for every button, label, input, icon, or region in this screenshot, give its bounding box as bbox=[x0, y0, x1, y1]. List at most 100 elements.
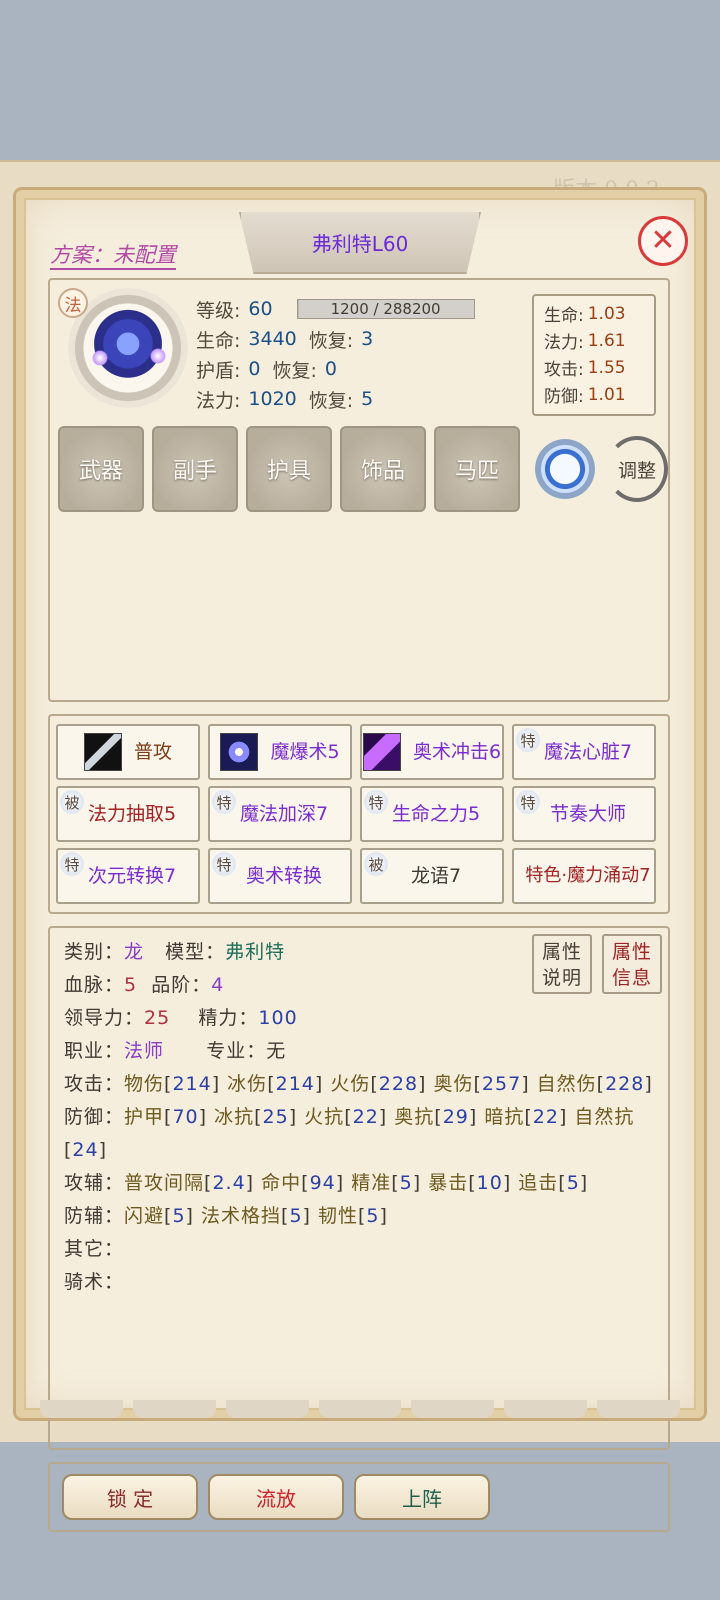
attribute-name: 奥抗 bbox=[394, 1106, 435, 1128]
skill-name: 次元转换7 bbox=[87, 865, 177, 887]
multiplier-label: 生命: bbox=[544, 306, 584, 326]
sword-skill-icon bbox=[83, 733, 122, 771]
bloodline-label: 血脉： bbox=[64, 974, 125, 996]
defense-aux-line: 防辅：闪避[5] 法术格挡[5] 韧性[5] bbox=[64, 1200, 654, 1233]
close-icon: ✕ bbox=[650, 223, 676, 258]
multiplier-label: 防御: bbox=[544, 387, 584, 407]
game-window: 版本 0.0.2 方案：未配置 弗利特L60 ✕ 法 等级: 60 bbox=[0, 160, 720, 1532]
attribute-name: 命中 bbox=[261, 1172, 302, 1194]
attribute-name: 普攻间隔 bbox=[124, 1172, 205, 1194]
attack-aux-line: 攻辅：普攻间隔[2.4] 命中[94] 精准[5] 暴击[10] 追击[5] bbox=[64, 1167, 654, 1200]
skill-card[interactable]: 特奥术转换 bbox=[208, 848, 352, 904]
plan-config-link[interactable]: 方案：未配置 bbox=[50, 242, 176, 270]
attribute-value: 214 bbox=[172, 1073, 212, 1095]
skill-type-badge: 被 bbox=[60, 790, 84, 814]
attribute-entry: 奥伤[257] bbox=[433, 1073, 537, 1095]
skill-card[interactable]: 魔爆术5 bbox=[208, 724, 352, 780]
mana-value: 1020 bbox=[248, 388, 297, 410]
leadership-line: 领导力：25 精力：100 bbox=[64, 1002, 654, 1035]
weapon-slot[interactable]: 武器 bbox=[58, 426, 144, 512]
attribute-entry: 追击[5] bbox=[518, 1172, 589, 1194]
mount-slot[interactable]: 马匹 bbox=[434, 426, 520, 512]
grade-value: 4 bbox=[211, 974, 225, 996]
hp-regen-value: 3 bbox=[361, 328, 374, 350]
hero-stats: 等级: 60 1200 / 288200 生命: 3440 恢复: 3 护盾: … bbox=[196, 294, 475, 414]
riding-line: 骑术： bbox=[64, 1266, 654, 1299]
exile-button[interactable]: 流放 bbox=[208, 1474, 344, 1520]
attribute-value: 5 bbox=[172, 1205, 186, 1227]
rune-emblem-icon[interactable] bbox=[530, 434, 600, 504]
category-label: 类别： bbox=[64, 941, 125, 963]
skill-name: 魔爆术5 bbox=[270, 741, 340, 763]
skill-card[interactable]: 特生命之力5 bbox=[360, 786, 504, 842]
skill-card[interactable]: 特魔法心脏7 bbox=[512, 724, 656, 780]
hero-avatar[interactable]: 法 bbox=[58, 288, 188, 412]
skill-name: 奥术转换 bbox=[245, 865, 322, 887]
skill-card[interactable]: 特色·魔力涌动7 bbox=[512, 848, 656, 904]
attribute-entry: 精准[5] bbox=[351, 1172, 429, 1194]
skill-card[interactable]: 奥术冲击6 bbox=[360, 724, 504, 780]
equipment-slots: 武器 副手 护具 饰品 马匹 bbox=[58, 426, 520, 512]
attribute-value: 22 bbox=[352, 1106, 379, 1128]
skill-type-badge: 特 bbox=[60, 852, 84, 876]
skills-section: 普攻 魔爆术5 奥术冲击6 特魔法心脏7 被法力抽取5 特魔法加深7 特生命之力5 特节奏大师… bbox=[48, 714, 670, 914]
skill-card[interactable]: 被龙语7 bbox=[360, 848, 504, 904]
bottom-tab-strip bbox=[40, 1400, 681, 1418]
close-button[interactable]: ✕ bbox=[638, 216, 688, 266]
skill-card[interactable]: 特魔法加深7 bbox=[208, 786, 352, 842]
attribute-entry: 闪避[5] bbox=[124, 1205, 201, 1227]
offhand-slot[interactable]: 副手 bbox=[152, 426, 238, 512]
tab-placeholder[interactable] bbox=[597, 1400, 681, 1418]
skill-card[interactable]: 特次元转换7 bbox=[56, 848, 200, 904]
attack-line: 攻击：物伤[214] 冰伤[214] 火伤[228] 奥伤[257] 自然伤[2… bbox=[64, 1068, 654, 1101]
accessory-slot[interactable]: 饰品 bbox=[340, 426, 426, 512]
tab-placeholder[interactable] bbox=[132, 1400, 216, 1418]
skill-name: 魔法心脏7 bbox=[543, 741, 633, 763]
defense-aux-values: 闪避[5] 法术格挡[5] 韧性[5] bbox=[124, 1205, 388, 1227]
skill-name: 节奏大师 bbox=[549, 803, 626, 825]
attribute-name: 法术格挡 bbox=[201, 1205, 282, 1227]
tab-placeholder[interactable] bbox=[504, 1400, 588, 1418]
hero-name: 弗利特L60 bbox=[311, 231, 409, 256]
attribute-name: 韧性 bbox=[317, 1205, 358, 1227]
attribute-value: 70 bbox=[172, 1106, 199, 1128]
xp-text: 1200 / 288200 bbox=[330, 300, 441, 318]
lock-label: 锁 定 bbox=[106, 1486, 154, 1511]
tab-placeholder[interactable] bbox=[40, 1400, 123, 1418]
arcane-strike-skill-icon bbox=[362, 733, 401, 771]
attribute-entry: 暗抗[22] bbox=[484, 1106, 575, 1128]
tab-placeholder[interactable] bbox=[318, 1400, 402, 1418]
adjust-button[interactable]: 调整 bbox=[606, 436, 668, 502]
attribute-value: 22 bbox=[532, 1106, 559, 1128]
level-label: 等级: bbox=[196, 299, 241, 322]
attribute-entry: 韧性[5] bbox=[317, 1205, 388, 1227]
attribute-name: 闪避 bbox=[124, 1205, 165, 1227]
energy-value: 100 bbox=[258, 1007, 298, 1029]
spec-label: 专业： bbox=[206, 1040, 267, 1062]
attack-values: 物伤[214] 冰伤[214] 火伤[228] 奥伤[257] 自然伤[228] bbox=[124, 1073, 653, 1095]
shield-row: 护盾: 0 恢复: 0 bbox=[196, 354, 475, 384]
tab-placeholder[interactable] bbox=[225, 1400, 309, 1418]
adjust-label: 调整 bbox=[617, 459, 656, 482]
attribute-value: 214 bbox=[275, 1073, 315, 1095]
armor-slot[interactable]: 护具 bbox=[246, 426, 332, 512]
deploy-button[interactable]: 上阵 bbox=[354, 1474, 490, 1520]
attribute-name: 精准 bbox=[351, 1172, 392, 1194]
attribute-value: 5 bbox=[399, 1172, 413, 1194]
skill-type-badge: 特 bbox=[516, 728, 540, 752]
tab-placeholder[interactable] bbox=[411, 1400, 495, 1418]
leadership-label: 领导力： bbox=[64, 1007, 145, 1029]
bloodline-line: 血脉：5 品阶：4 bbox=[64, 969, 654, 1002]
category-line: 类别：龙 模型：弗利特 bbox=[64, 936, 654, 969]
skill-name: 普攻 bbox=[133, 741, 172, 763]
attribute-name: 火抗 bbox=[304, 1106, 345, 1128]
attribute-value: 5 bbox=[566, 1172, 580, 1194]
skill-card[interactable]: 被法力抽取5 bbox=[56, 786, 200, 842]
lock-button[interactable]: 锁 定 bbox=[62, 1474, 198, 1520]
attribute-value: 10 bbox=[476, 1172, 503, 1194]
skill-card[interactable]: 特节奏大师 bbox=[512, 786, 656, 842]
skill-card[interactable]: 普攻 bbox=[56, 724, 200, 780]
multiplier-value: 1.03 bbox=[587, 303, 626, 324]
defense-label: 防御： bbox=[64, 1106, 125, 1128]
skill-name: 特色·魔力涌动7 bbox=[525, 865, 651, 886]
